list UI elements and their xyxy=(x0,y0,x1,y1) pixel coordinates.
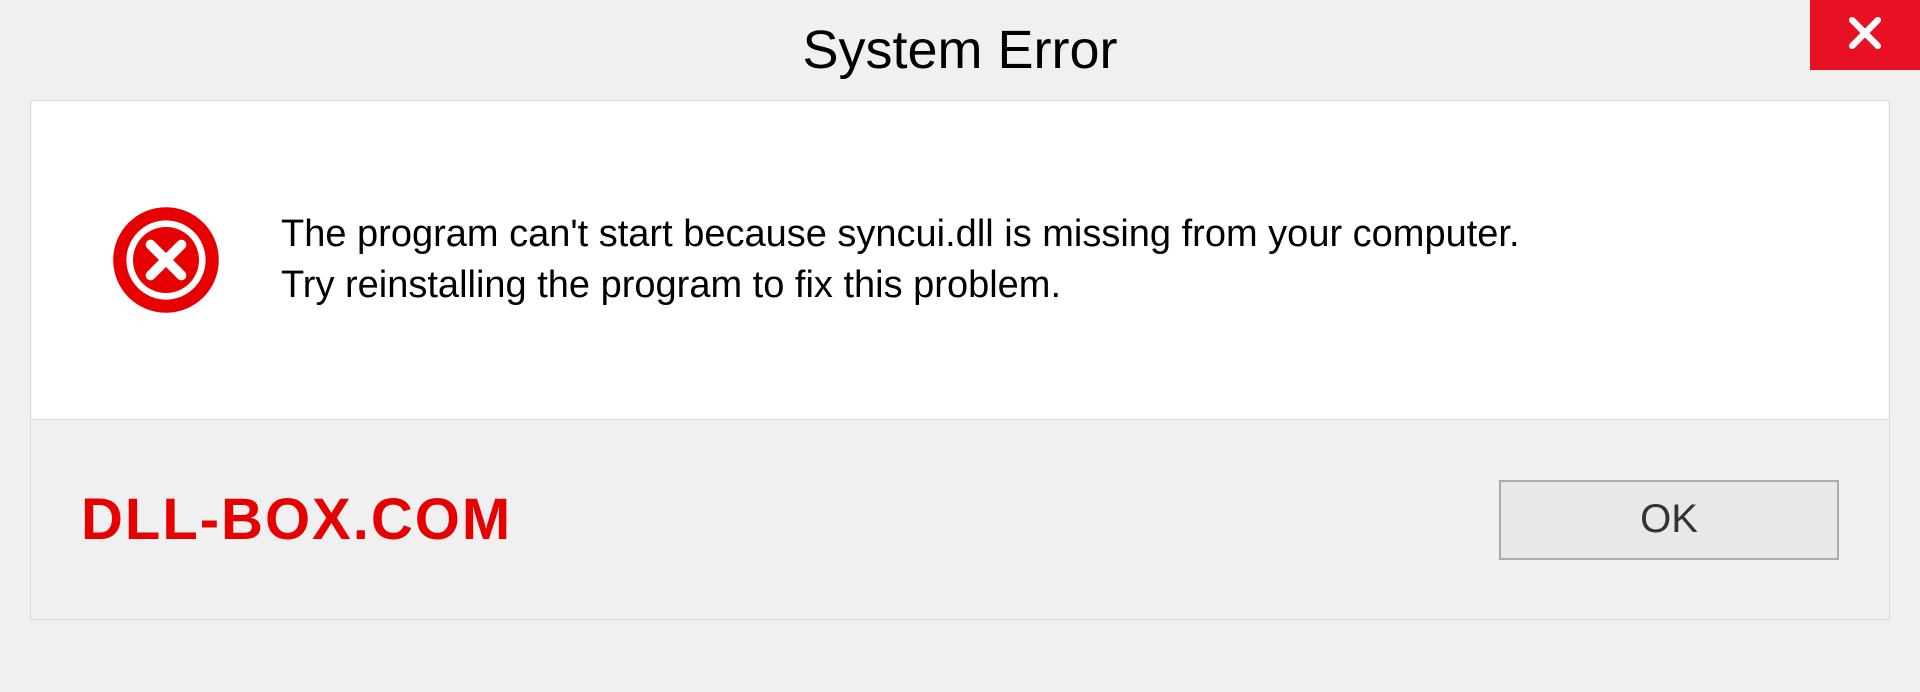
watermark-text: DLL-BOX.COM xyxy=(81,486,512,553)
close-button[interactable] xyxy=(1810,0,1920,70)
close-icon xyxy=(1843,11,1887,60)
error-message-line2: Try reinstalling the program to fix this… xyxy=(281,260,1520,311)
ok-button[interactable]: OK xyxy=(1499,480,1839,560)
titlebar: System Error xyxy=(0,0,1920,100)
dialog-title: System Error xyxy=(802,19,1117,81)
dialog-content: The program can't start because syncui.d… xyxy=(30,100,1890,420)
error-message-line1: The program can't start because syncui.d… xyxy=(281,209,1520,260)
error-icon xyxy=(111,205,221,315)
error-message: The program can't start because syncui.d… xyxy=(281,209,1520,312)
dialog-footer: DLL-BOX.COM OK xyxy=(30,420,1890,620)
